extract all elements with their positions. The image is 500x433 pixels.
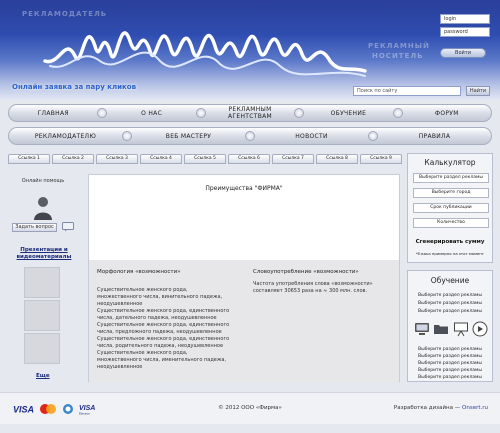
city-select[interactable]: Выберите город <box>413 188 489 198</box>
online-help-title: Онлайн помощь <box>21 178 65 184</box>
tab-link-9[interactable]: Ссылка 9 <box>360 154 402 164</box>
usage-title: Словоупотребление «возможности» <box>253 269 359 275</box>
search-input[interactable]: Поиск по сайту <box>353 86 461 96</box>
folder-icon[interactable] <box>433 321 449 337</box>
tab-link-8[interactable]: Ссылка 8 <box>316 154 358 164</box>
publication-term-field[interactable]: Срок публикации <box>413 203 489 213</box>
computer-icon[interactable] <box>414 321 430 337</box>
nav-item-education[interactable]: ОБУЧЕНИЕ <box>304 110 392 117</box>
education-link[interactable]: Выберите раздел рекламы <box>408 347 492 352</box>
usage-text: Частота употребления слова «возможности»… <box>253 281 373 294</box>
tab-link-6[interactable]: Ссылка 6 <box>228 154 270 164</box>
tab-link-7[interactable]: Ссылка 7 <box>272 154 314 164</box>
tab-link-2[interactable]: Ссылка 2 <box>52 154 94 164</box>
education-icons <box>414 319 488 339</box>
tab-link-4[interactable]: Ссылка 4 <box>140 154 182 164</box>
login-field[interactable]: login <box>440 14 490 24</box>
nav-item-news[interactable]: НОВОСТИ <box>255 133 368 140</box>
header-ghost-text: РЕКЛАМНЫЙ <box>368 42 430 50</box>
nav-item-rules[interactable]: ПРАВИЛА <box>378 133 491 140</box>
nav-item-home[interactable]: ГЛАВНАЯ <box>9 110 97 117</box>
education-link[interactable]: Выберите раздел рекламы <box>408 361 492 366</box>
main-nav: ГЛАВНАЯ О НАС РЕКЛАМНЫМ АГЕНТСТВАМ ОБУЧЕ… <box>8 104 492 122</box>
nav-separator <box>122 131 132 141</box>
quantity-field[interactable]: Количество <box>413 218 489 228</box>
nav-separator <box>368 131 378 141</box>
nav-separator <box>195 108 206 118</box>
video-thumbnail[interactable] <box>24 267 60 298</box>
ad-section-select[interactable]: Выберите раздел рекламы <box>413 173 489 183</box>
education-link[interactable]: Выберите раздел рекламы <box>408 368 492 373</box>
operator-avatar-icon <box>34 197 52 220</box>
tab-link-5[interactable]: Ссылка 5 <box>184 154 226 164</box>
chat-icon[interactable] <box>62 222 74 232</box>
calculator-note: *Ежаьа примерно на этот момент <box>416 251 484 256</box>
ask-question-button[interactable]: Задать вопрос <box>12 223 57 232</box>
nav-item-advertiser[interactable]: РЕКЛАМОДАТЕЛЮ <box>9 133 122 140</box>
more-link[interactable]: Еще <box>36 373 50 379</box>
generate-sum-button[interactable]: Сгенерировать сумму <box>408 239 492 245</box>
presentation-icon[interactable] <box>453 321 469 337</box>
education-link[interactable]: Выберите раздел рекламы <box>408 354 492 359</box>
morphology-title: Морфология «возможности» <box>97 269 181 275</box>
tab-link-1[interactable]: Ссылка 1 <box>8 154 50 164</box>
developer-link[interactable]: Onsert.ru <box>462 405 488 411</box>
promo-link[interactable]: Онлайн заявка за пару кликов <box>12 83 136 91</box>
education-link[interactable]: Выберите раздел рекламы <box>408 301 492 306</box>
nav-separator <box>97 108 108 118</box>
main-content: Преимущества "ФИРМА" Морфология «возможн… <box>88 174 400 382</box>
header-ghost-text: НОСИТЕЛЬ <box>372 52 424 60</box>
nav-item-webmaster[interactable]: ВЕБ МАСТЕРУ <box>132 133 245 140</box>
nav-separator <box>245 131 255 141</box>
search-button[interactable]: Найти <box>466 86 490 96</box>
developer-credit: Разработка дизайна — Onsert.ru <box>393 405 488 411</box>
nav-separator <box>294 108 305 118</box>
education-link[interactable]: Выберите раздел рекламы <box>408 293 492 298</box>
video-thumbnail[interactable] <box>24 333 60 364</box>
presentations-link[interactable]: Презентации и видеоматериалы <box>14 247 74 261</box>
calculator-title: Калькулятор <box>424 158 476 167</box>
header: РЕКЛАМОДАТЕЛЬ РЕКЛАМНЫЙ НОСИТЕЛЬ Онлайн … <box>0 0 500 100</box>
education-link[interactable]: Выберите раздел рекламы <box>408 375 492 380</box>
nav-item-agencies[interactable]: РЕКЛАМНЫМ АГЕНТСТВАМ <box>206 106 294 120</box>
morphology-text: Существительное женского рода, множестве… <box>97 287 230 370</box>
video-camera-icon[interactable] <box>472 321 488 337</box>
education-title: Обучение <box>430 276 470 285</box>
tab-link-3[interactable]: Ссылка 3 <box>96 154 138 164</box>
advantages-title: Преимущества "ФИРМА" <box>205 185 283 192</box>
calculator-panel: Калькулятор Выберите раздел рекламы Выбе… <box>407 153 493 263</box>
links-row: Ссылка 1 Ссылка 2 Ссылка 3 Ссылка 4 Ссыл… <box>8 154 402 164</box>
nav-item-forum[interactable]: ФОРУМ <box>403 110 491 117</box>
password-field[interactable]: password <box>440 27 490 37</box>
footer: VISA VISA Electron © 2012 ООО «Фирма» Ра… <box>0 392 500 424</box>
nav-separator <box>392 108 403 118</box>
svg-text:Electron: Electron <box>79 412 90 416</box>
video-thumbnail[interactable] <box>24 300 60 331</box>
login-button[interactable]: Войти <box>440 48 486 58</box>
education-link[interactable]: Выберите раздел рекламы <box>408 309 492 314</box>
left-sidebar: Онлайн помощь Задать вопрос Презентации … <box>8 174 78 384</box>
nav-item-about[interactable]: О НАС <box>107 110 195 117</box>
secondary-nav: РЕКЛАМОДАТЕЛЮ ВЕБ МАСТЕРУ НОВОСТИ ПРАВИЛ… <box>8 127 492 145</box>
education-panel: Обучение Выберите раздел рекламы Выберит… <box>407 270 493 382</box>
